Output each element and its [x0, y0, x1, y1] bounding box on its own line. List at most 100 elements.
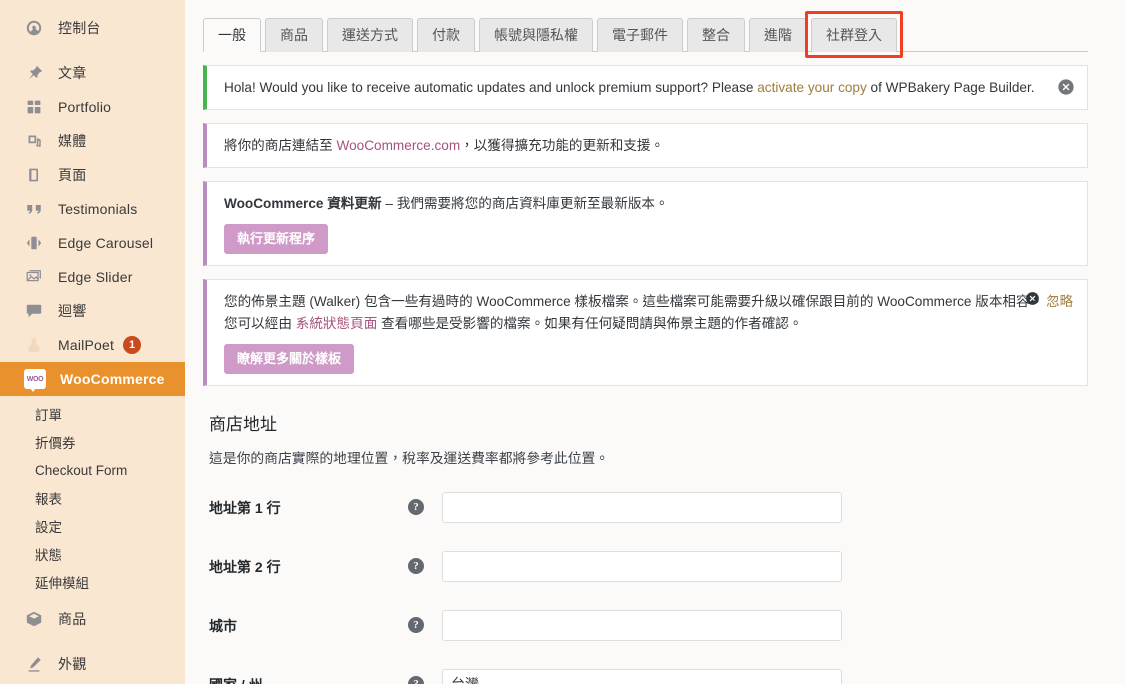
sidebar-item-reports[interactable]: 報表 [0, 484, 185, 512]
notice-text-after: of WPBakery Page Builder. [866, 80, 1035, 95]
help-icon[interactable]: ? [408, 557, 424, 574]
tab-social-login[interactable]: 社群登入 [805, 11, 903, 58]
country-state-input[interactable] [442, 668, 842, 684]
submenu-label: 設定 [35, 520, 62, 535]
sidebar-item-posts[interactable]: 文章 [0, 56, 185, 90]
tab-accounts-privacy[interactable]: 帳號與隱私權 [479, 18, 593, 52]
field-label: 地址第 2 行 [209, 558, 281, 575]
woocommerce-logo-text: WOO [26, 375, 44, 383]
sidebar-item-label: 頁面 [58, 167, 87, 183]
sidebar-item-label: 控制台 [58, 20, 101, 36]
submenu-label: 狀態 [35, 548, 62, 563]
woocommerce-icon: WOO [24, 369, 46, 392]
help-icon[interactable]: ? [408, 498, 424, 515]
sidebar-item-media[interactable]: 媒體 [0, 124, 185, 158]
sidebar-item-label: 文章 [58, 65, 87, 81]
sidebar-item-label: Edge Carousel [58, 235, 154, 251]
tab-shipping[interactable]: 運送方式 [327, 18, 413, 52]
tab-general[interactable]: 一般 [203, 18, 261, 52]
sidebar-item-orders[interactable]: 訂單 [0, 400, 185, 428]
sidebar-item-edge-carousel[interactable]: Edge Carousel [0, 226, 185, 260]
submenu-label: 延伸模組 [35, 576, 89, 591]
tab-emails[interactable]: 電子郵件 [597, 18, 683, 52]
help-icon[interactable]: ? [408, 616, 424, 633]
notice-text-part2: 查看哪些是受影響的檔案。如果有任何疑問請與佈景主題的作者確認。 [377, 315, 803, 331]
dismiss-notice-link[interactable]: 忽略 [1025, 291, 1073, 313]
sidebar-item-settings[interactable]: 設定 [0, 512, 185, 540]
address-line-1-input[interactable] [442, 491, 842, 523]
products-icon [24, 609, 44, 629]
tab-label: 帳號與隱私權 [494, 27, 578, 43]
tab-payments[interactable]: 付款 [417, 18, 475, 52]
notice-connect-store: 將你的商店連結至 WooCommerce.com，以獲得擴充功能的更新和支援。 [203, 123, 1088, 169]
notice-connect-text: 將你的商店連結至 WooCommerce.com，以獲得擴充功能的更新和支援。 [224, 135, 1047, 156]
sidebar-item-label: Testimonials [58, 201, 138, 217]
close-icon [1025, 291, 1040, 313]
tab-label: 運送方式 [342, 27, 398, 43]
sidebar-divider [0, 45, 185, 56]
city-input[interactable] [442, 609, 842, 641]
tab-products[interactable]: 商品 [265, 18, 323, 52]
appearance-icon [24, 654, 44, 674]
sidebar-item-label: Portfolio [58, 99, 112, 115]
dashboard-icon [24, 18, 44, 38]
close-icon[interactable] [1057, 78, 1075, 96]
sidebar-item-mailpoet[interactable]: MailPoet 1 [0, 328, 185, 362]
tab-integration[interactable]: 整合 [687, 18, 745, 52]
sidebar-item-label: 商品 [58, 611, 87, 627]
sidebar-divider [0, 636, 185, 647]
notice-wpbakery-text: Hola! Would you like to receive automati… [224, 77, 1047, 98]
notice-db-body: – 我們需要將您的商店資料庫更新至最新版本。 [381, 196, 669, 212]
notice-db-text: WooCommerce 資料更新 – 我們需要將您的商店資料庫更新至最新版本。 [224, 193, 1047, 214]
carousel-icon [24, 233, 44, 253]
notice-outdated-templates: 您的佈景主題 (Walker) 包含一些有過時的 WooCommerce 樣板檔… [203, 279, 1088, 386]
settings-tabs: 一般 商品 運送方式 付款 帳號與隱私權 電子郵件 整合 進階 社群登入 [203, 0, 1088, 58]
notice-text-after: ，以獲得擴充功能的更新和支援。 [460, 138, 665, 154]
sidebar-item-products[interactable]: 商品 [0, 602, 185, 636]
comment-icon [24, 301, 44, 321]
activate-copy-link[interactable]: activate your copy [757, 80, 867, 95]
system-status-link[interactable]: 系統狀態頁面 [296, 316, 378, 331]
notice-text-before: Hola! Would you like to receive automati… [224, 80, 758, 95]
sidebar-item-testimonials[interactable]: Testimonials [0, 192, 185, 226]
store-address-section: 商店地址 這是你的商店實際的地理位置，稅率及運送費率都將參考此位置。 地址第 1… [203, 410, 1105, 684]
field-label: 國家 / 州 [203, 669, 408, 684]
sidebar-item-appearance[interactable]: 外觀 [0, 647, 185, 681]
submenu-label: 折價券 [35, 436, 76, 451]
sidebar-item-coupons[interactable]: 折價券 [0, 428, 185, 456]
sidebar-item-edge-slider[interactable]: Edge Slider [0, 260, 185, 294]
tab-advanced[interactable]: 進階 [749, 18, 807, 52]
tab-label: 進階 [764, 27, 792, 43]
submenu-label: Checkout Form [35, 462, 128, 478]
woocommerce-com-link[interactable]: WooCommerce.com [337, 138, 461, 153]
form-row-country-state: 國家 / 州 ? [203, 668, 1105, 684]
sidebar-item-comments[interactable]: 迴響 [0, 294, 185, 328]
notice-wpbakery: Hola! Would you like to receive automati… [203, 65, 1088, 111]
notice-text-before: 將你的商店連結至 [224, 138, 337, 154]
page-title: 商店地址 [209, 414, 277, 434]
sidebar-item-extensions[interactable]: 延伸模組 [0, 568, 185, 596]
run-updater-button[interactable]: 執行更新程序 [224, 224, 329, 255]
slider-icon [24, 267, 44, 287]
sidebar-item-pages[interactable]: 頁面 [0, 158, 185, 192]
submenu-label: 報表 [35, 492, 62, 507]
sidebar-item-dashboard[interactable]: 控制台 [0, 11, 185, 45]
settings-main-panel: 一般 商品 運送方式 付款 帳號與隱私權 電子郵件 整合 進階 社群登入 Hol… [185, 0, 1125, 684]
help-icon[interactable]: ? [408, 675, 424, 684]
tab-label: 一般 [218, 27, 246, 43]
admin-sidebar: 控制台 文章 Portfolio 媒體 頁面 Testimonials Edge… [0, 0, 185, 684]
sidebar-item-portfolio[interactable]: Portfolio [0, 90, 185, 124]
sidebar-item-status[interactable]: 狀態 [0, 540, 185, 568]
learn-more-templates-button[interactable]: 瞭解更多關於樣板 [224, 343, 355, 374]
section-description: 這是你的商店實際的地理位置，稅率及運送費率都將參考此位置。 [209, 450, 610, 466]
notice-db-title: WooCommerce 資料更新 [224, 196, 382, 212]
sidebar-item-woocommerce[interactable]: WOO WooCommerce [0, 362, 185, 396]
tab-label: 電子郵件 [612, 27, 668, 43]
tab-label: 付款 [432, 27, 460, 43]
sidebar-item-label: 媒體 [58, 133, 87, 149]
address-line-2-input[interactable] [442, 550, 842, 582]
field-label: 地址第 1 行 [209, 499, 281, 516]
tab-label: 社群登入 [826, 27, 882, 43]
form-row-city: 城市 ? [203, 609, 1105, 641]
sidebar-item-checkout-form[interactable]: Checkout Form [0, 456, 185, 484]
